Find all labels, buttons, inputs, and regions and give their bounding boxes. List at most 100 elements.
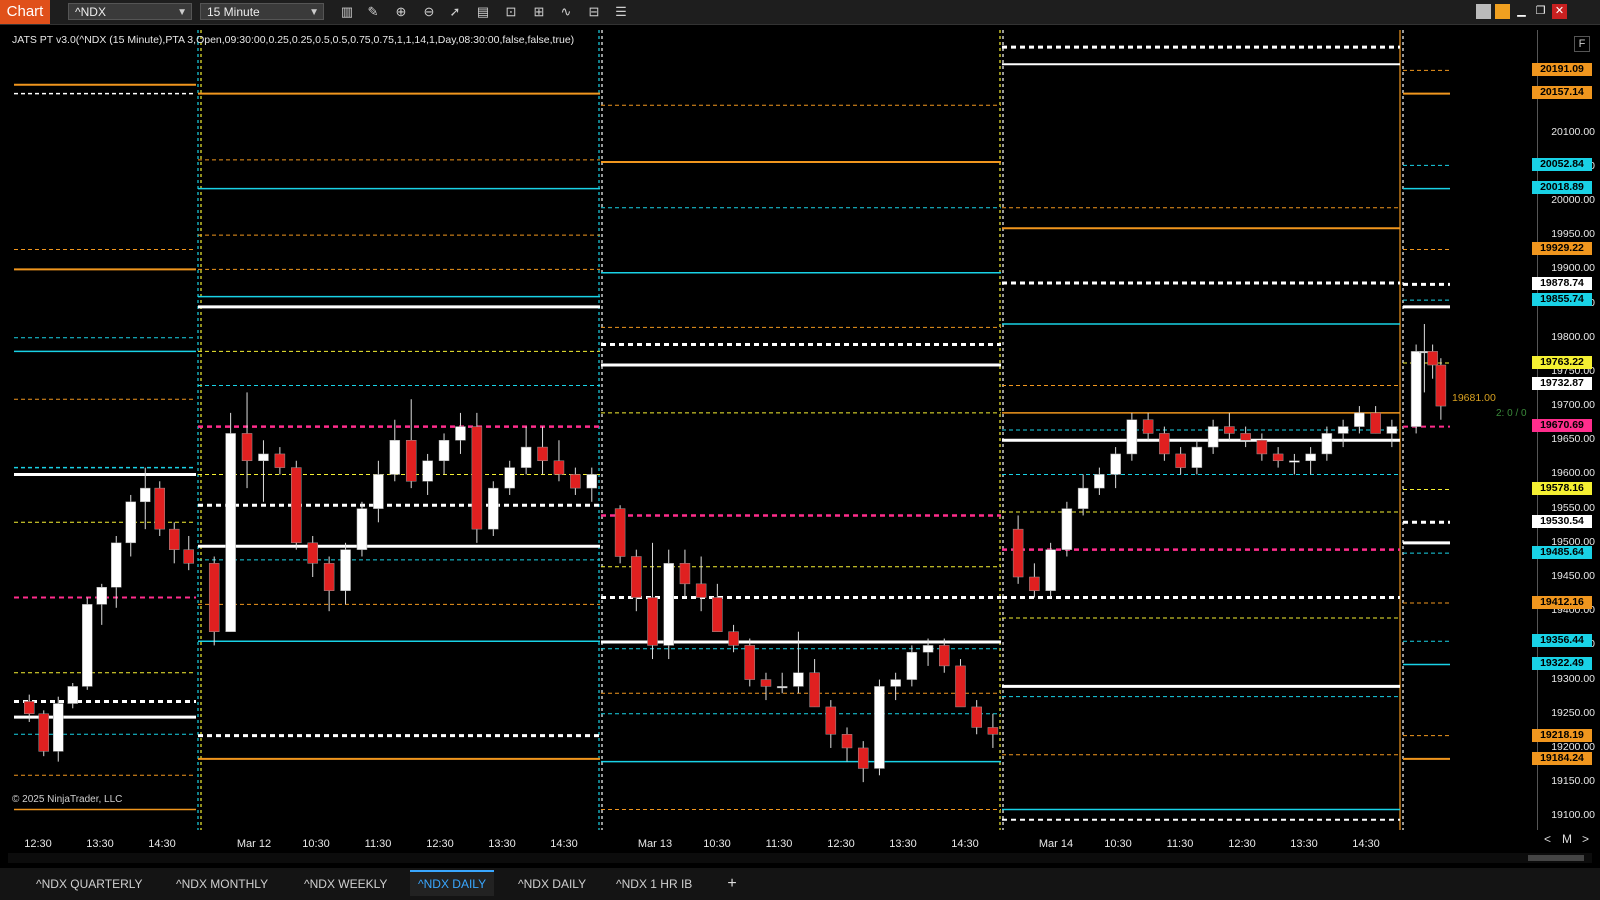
zoom-in-icon[interactable]: ⊕ (392, 3, 410, 21)
candle-body (1126, 419, 1138, 455)
time-tick-label: 12:30 (827, 838, 855, 850)
price-badge: 19578.16 (1532, 482, 1592, 496)
price-badge: 19878.74 (1532, 276, 1592, 290)
candle-body (38, 713, 49, 752)
candle-body (389, 440, 401, 475)
price-tick-label: 19550.00 (1551, 501, 1595, 514)
link-color-icon[interactable] (1495, 4, 1510, 19)
candle-body (1289, 460, 1300, 463)
interval-selector[interactable]: 15 Minute ▼ (200, 3, 324, 20)
axis-mode-button[interactable]: M (1562, 832, 1572, 846)
tab-daily-active[interactable]: ^NDX DAILY (410, 870, 495, 896)
candle-body (140, 487, 151, 503)
candle-body (647, 597, 658, 646)
minimize-icon[interactable]: ▁ (1514, 4, 1529, 19)
candle-body (111, 542, 122, 588)
chevron-down-icon: ▼ (309, 7, 319, 18)
time-tick-label: 10:30 (703, 838, 731, 850)
candle-body (1354, 412, 1365, 427)
candle-body (760, 679, 772, 687)
price-badge: 20157.14 (1532, 86, 1592, 100)
candle-body (183, 549, 194, 564)
candle-body (488, 487, 499, 530)
restore-icon[interactable]: ❐ (1533, 4, 1548, 19)
candle-body (874, 686, 885, 769)
tab-1hr-ib[interactable]: ^NDX 1 HR IB (608, 872, 700, 896)
candle-body (631, 556, 642, 598)
chart-menu-button[interactable]: Chart (0, 0, 50, 24)
time-tick-label: 14:30 (951, 838, 979, 850)
price-tick-label: 20100.00 (1551, 125, 1595, 138)
candle-body (1012, 528, 1024, 578)
template-icon[interactable]: ▤ (474, 3, 492, 21)
candle-body (356, 508, 368, 550)
candle-body (987, 727, 999, 735)
bar-type-icon[interactable]: ▥ (338, 3, 356, 21)
indicator-icon[interactable]: ∿ (557, 3, 575, 21)
candle-body (169, 528, 180, 550)
time-tick-label: 14:30 (148, 838, 176, 850)
list-icon[interactable]: ☰ (612, 3, 630, 21)
pointer-icon[interactable]: ➚ (446, 3, 464, 21)
status-note: 2: 0 / 0 (1496, 408, 1527, 419)
candle-body (1207, 426, 1219, 448)
candle-body (471, 426, 483, 530)
time-tick-label: 12:30 (426, 838, 454, 850)
candle-body (553, 460, 565, 475)
candle-body (1321, 433, 1333, 455)
candle-body (744, 645, 756, 680)
close-icon[interactable]: ✕ (1552, 4, 1567, 19)
zoom-out-icon[interactable]: ⊖ (420, 3, 438, 21)
properties-icon[interactable]: ⊟ (585, 3, 603, 21)
price-tick-label: 19900.00 (1551, 262, 1595, 275)
window-color-icon[interactable] (1476, 4, 1491, 19)
f-toggle-button[interactable]: F (1574, 36, 1590, 52)
candle-body (1240, 433, 1251, 441)
price-chart[interactable] (0, 0, 1600, 900)
pencil-icon[interactable]: ✎ (364, 3, 382, 21)
time-tick-label: 14:30 (550, 838, 578, 850)
tab-monthly[interactable]: ^NDX MONTHLY (168, 872, 276, 896)
scroll-right-button[interactable]: > (1582, 832, 1589, 846)
price-badge: 20191.09 (1532, 63, 1592, 77)
candle-body (520, 446, 532, 468)
price-tick-label: 19450.00 (1551, 570, 1595, 582)
candle-body (1029, 576, 1040, 591)
copyright-text: © 2025 NinjaTrader, LLC (12, 794, 123, 805)
price-badge: 20052.84 (1532, 157, 1592, 171)
tab-quarterly[interactable]: ^NDX QUARTERLY (28, 872, 151, 896)
chart-tabs: ^NDX QUARTERLY ^NDX MONTHLY ^NDX WEEKLY … (0, 868, 1600, 900)
add-tab-button[interactable]: + (722, 872, 742, 896)
candle-body (1045, 549, 1056, 591)
candle-body (67, 686, 78, 704)
tab-weekly[interactable]: ^NDX WEEKLY (296, 872, 395, 896)
candle-body (614, 508, 626, 557)
price-badge: 19530.54 (1532, 514, 1592, 528)
time-tick-label: 14:30 (1352, 838, 1380, 850)
candle-body (939, 645, 950, 667)
candle-body (1305, 453, 1316, 462)
candle-body (208, 563, 220, 632)
candle-body (291, 467, 302, 544)
candle-body (971, 706, 982, 728)
price-badge: 20018.89 (1532, 181, 1592, 195)
price-badge: 19732.87 (1532, 376, 1592, 390)
scrollbar-thumb[interactable] (1528, 855, 1584, 861)
time-tick-label: 12:30 (1228, 838, 1256, 850)
data-box-icon[interactable]: ⊡ (502, 3, 520, 21)
candle-body (96, 587, 107, 605)
candle-body (1110, 453, 1121, 475)
tab-daily[interactable]: ^NDX DAILY (510, 872, 594, 896)
candle-body (154, 487, 165, 530)
interval-value: 15 Minute (207, 5, 260, 19)
candle-body (323, 563, 335, 591)
strategy-icon[interactable]: ⊞ (530, 3, 548, 21)
time-tick-label: Mar 14 (1038, 838, 1074, 850)
instrument-selector[interactable]: ^NDX ▼ (68, 3, 192, 20)
time-tick-label: 13:30 (488, 838, 516, 850)
price-tick-label: 19600.00 (1551, 467, 1595, 480)
candle-body (857, 747, 869, 769)
scroll-left-button[interactable]: < (1544, 832, 1551, 846)
price-badge: 19855.74 (1532, 292, 1592, 306)
horizontal-scrollbar[interactable] (8, 853, 1592, 863)
